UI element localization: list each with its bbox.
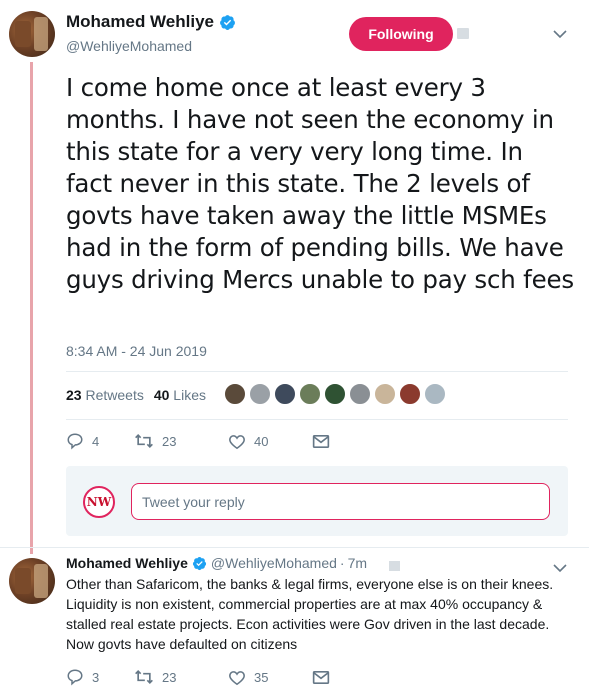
liker-avatar[interactable] xyxy=(399,383,421,405)
like-action[interactable]: 35 xyxy=(228,669,312,686)
like-icon xyxy=(229,670,245,685)
reply-icon xyxy=(67,669,83,686)
retweet-icon xyxy=(135,433,153,449)
liker-avatars xyxy=(224,383,449,405)
reply-text: Other than Safaricom, the banks & legal … xyxy=(66,576,554,652)
tweet-actions: 4 23 40 xyxy=(66,432,330,450)
liker-avatar[interactable] xyxy=(349,383,371,405)
reply-actions: 3 23 35 xyxy=(66,668,330,686)
reply-input[interactable] xyxy=(131,483,550,520)
divider xyxy=(0,547,589,548)
direct-message-action[interactable] xyxy=(312,670,330,685)
handle[interactable]: @WehliyeMohamed xyxy=(66,38,192,54)
avatar[interactable] xyxy=(9,558,55,604)
card-icon xyxy=(457,28,469,39)
thread-line xyxy=(30,62,33,554)
reply-action[interactable]: 3 xyxy=(66,668,134,686)
timestamp[interactable]: 7m xyxy=(348,555,367,571)
avatar[interactable] xyxy=(9,11,55,57)
like-icon xyxy=(229,434,245,449)
reply-icon xyxy=(67,433,83,450)
tweet-text: I come home once at least every 3 months… xyxy=(66,73,574,294)
separator: · xyxy=(339,555,345,571)
likes-stat[interactable]: 40 Likes xyxy=(154,387,206,403)
chevron-down-icon[interactable] xyxy=(552,562,568,574)
chevron-down-icon[interactable] xyxy=(552,28,568,40)
tweet-stats: 23 Retweets 40 Likes xyxy=(66,387,206,403)
reply-action[interactable]: 4 xyxy=(66,432,134,450)
direct-message-action[interactable] xyxy=(312,434,330,449)
direct-message-icon xyxy=(312,434,330,448)
direct-message-icon xyxy=(312,670,330,684)
liker-avatar[interactable] xyxy=(274,383,296,405)
divider xyxy=(66,419,568,420)
retweet-action[interactable]: 23 xyxy=(134,432,228,450)
following-button[interactable]: Following xyxy=(349,17,453,51)
author-name-row[interactable]: Mohamed Wehliye xyxy=(66,12,236,32)
card-icon xyxy=(389,561,400,571)
retweet-icon xyxy=(135,669,153,685)
divider xyxy=(66,371,568,372)
liker-avatar[interactable] xyxy=(424,383,446,405)
user-logo: NW xyxy=(83,486,115,518)
verified-badge-icon xyxy=(220,14,235,30)
verified-badge-icon xyxy=(192,556,206,570)
retweet-action[interactable]: 23 xyxy=(134,668,228,686)
retweets-stat[interactable]: 23 Retweets xyxy=(66,387,144,403)
like-action[interactable]: 40 xyxy=(228,433,312,450)
liker-avatar[interactable] xyxy=(324,383,346,405)
timestamp[interactable]: 8:34 AM - 24 Jun 2019 xyxy=(66,343,207,359)
handle[interactable]: @WehliyeMohamed xyxy=(211,555,337,571)
liker-avatar[interactable] xyxy=(224,383,246,405)
display-name[interactable]: Mohamed Wehliye xyxy=(66,555,188,571)
liker-avatar[interactable] xyxy=(299,383,321,405)
liker-avatar[interactable] xyxy=(374,383,396,405)
display-name[interactable]: Mohamed Wehliye xyxy=(66,12,214,32)
reply-header: Mohamed Wehliye @WehliyeMohamed · 7m xyxy=(66,555,367,571)
liker-avatar[interactable] xyxy=(249,383,271,405)
